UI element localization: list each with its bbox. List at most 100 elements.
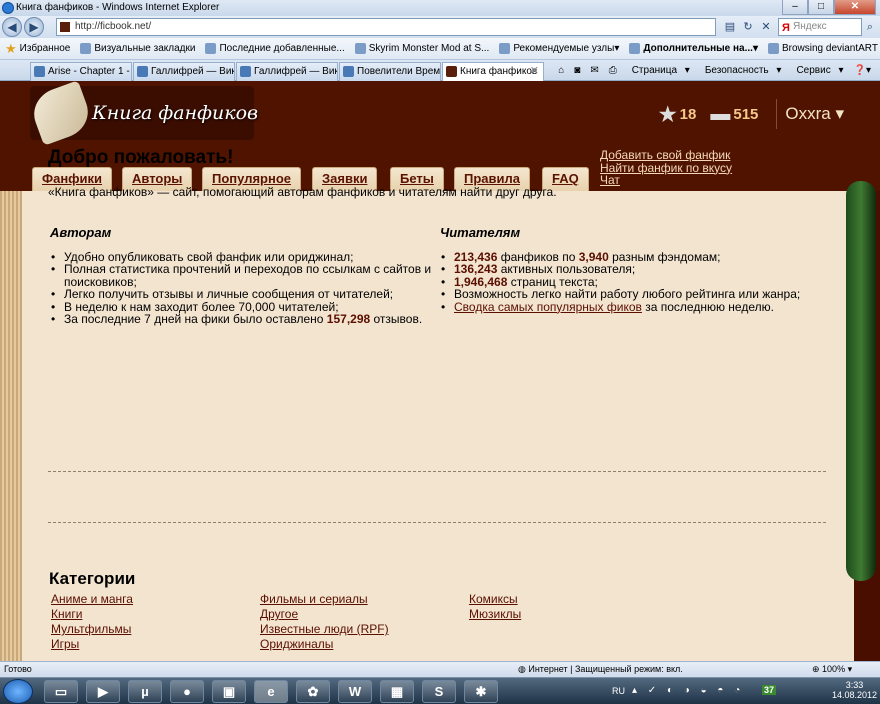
search-icon[interactable]: ⌕ [862,19,878,35]
window-titlebar: Книга фанфиков - Windows Internet Explor… [0,0,880,16]
messages-count[interactable]: ▬ 515 [710,103,758,126]
category-link[interactable]: Известные люди (RPF) [260,623,469,636]
video-editor-icon[interactable]: ▦ [380,680,414,703]
tab-favicon-icon [137,66,148,77]
category-link[interactable]: Другое [260,608,469,621]
tray-icons[interactable]: ▴ ✓ ◐ ◑ ◒ ◓ ◔ [632,685,744,696]
fav-item-label: Визуальные закладки [94,43,196,54]
site-logo[interactable]: Книга фанфиков [27,81,258,146]
favorites-bar: ★ Избранное Визуальные закладки Последние… [0,38,880,60]
close-window-button[interactable]: ✕ [834,0,876,15]
address-field[interactable]: http://ficbook.net/ [56,18,716,36]
mail-icon[interactable]: ✉ [585,65,603,76]
authors-heading: Авторам [50,225,112,240]
address-text: http://ficbook.net/ [75,21,152,32]
start-button[interactable] [3,679,33,704]
home-icon[interactable]: ⌂ [553,65,569,76]
bookmark-icon [767,43,779,54]
browser-tab[interactable]: Галлифрей — Вики ... [236,62,338,81]
refresh-icon[interactable]: ↻ [740,19,756,35]
divider [48,471,826,472]
window-title: Книга фанфиков - Windows Internet Explor… [16,2,220,13]
firefox-icon[interactable]: ● [170,680,204,703]
fav-item[interactable]: Skyrim Monster Mod at S... [350,39,495,59]
search-input[interactable]: Я Яндекс [778,18,862,36]
browser-tab-active[interactable]: Книга фанфиков ✕ [442,62,544,82]
text: за последнюю неделю. [641,299,774,314]
minimize-button[interactable]: – [782,0,808,15]
fav-item[interactable]: Browsing deviantART [763,39,880,59]
skype-icon[interactable]: S [422,680,456,703]
text: За последние 7 дней на фики было оставле… [64,312,327,327]
fav-item[interactable]: Рекомендуемые узлы ▾ [494,39,624,59]
safety-menu[interactable]: Безопасность ▾ [695,65,787,76]
star-icon: ★ [658,103,677,126]
category-link[interactable]: Фильмы и сериалы [260,593,469,606]
feeds-icon[interactable]: ◙ [569,65,585,76]
bookmark-icon [80,43,92,54]
tools-menu-label: Сервис [796,65,831,76]
browser-tab[interactable]: Повелители Време... [339,62,441,81]
language-indicator[interactable]: RU [612,686,625,696]
list-item: Сводка самых популярных фиков за последн… [441,299,838,314]
zone-indicator[interactable]: ◍ Интернет | Защищенный режим: вкл. [518,662,683,677]
favorites-button[interactable]: ★ Избранное [0,39,75,59]
messages-number: 515 [733,105,759,123]
tab-label: Галлифрей — Вики... [151,66,235,77]
icq-icon[interactable]: ✿ [296,680,330,703]
readers-heading: Читателям [440,225,521,240]
media-player-icon[interactable]: ▶ [86,680,120,703]
tab-favicon-icon [343,66,354,77]
fav-item[interactable]: Визуальные закладки [75,39,200,59]
tab-label: Галлифрей — Вики ... [254,66,337,77]
bookmark-icon [354,43,366,54]
explorer-icon[interactable]: ▭ [44,680,78,703]
zoom-control[interactable]: ⊕ 100% ▾ [812,662,852,677]
browser-tab[interactable]: Галлифрей — Вики... [133,62,235,81]
address-row: ◀ ▶ http://ficbook.net/ ▤ ↻ ✕ Я Яндекс ⌕ [0,16,880,38]
category-link[interactable]: Аниме и манга [51,593,260,606]
tab-close-icon[interactable]: ✕ [530,63,539,80]
tray-badge[interactable]: 37 [762,685,777,695]
fav-item[interactable]: Последние добавленные... [200,39,349,59]
help-icon[interactable]: ❓▾ [849,65,876,76]
tab-favicon-icon [34,66,45,77]
fav-item[interactable]: Дополнительные на... ▾ [624,39,763,59]
status-text: Готово [4,664,32,674]
back-button[interactable]: ◀ [2,17,22,37]
zoom-level: 100% [822,664,846,674]
web-content: Книга фанфиков ★ 18 ▬ 515 Oxxra ▾ Добавить… [0,81,880,661]
category-link[interactable]: Мультфильмы [51,623,260,636]
category-link[interactable]: Комиксы [469,593,669,606]
ie-taskbar-icon[interactable]: e [254,680,288,703]
stop-icon[interactable]: ✕ [758,19,774,35]
browser-tab[interactable]: Arise - Chapter 1 - T... [30,62,132,81]
logo-text: Книга фанфиков [92,102,259,124]
category-link[interactable]: Мюзиклы [469,608,669,621]
clock[interactable]: 3:33 14.08.2012 [832,680,877,700]
welcome-section: Добро пожаловать! «Книга фанфиков» — сай… [48,147,838,327]
utorrent-icon[interactable]: µ [128,680,162,703]
favorites-count[interactable]: ★ 18 [659,102,697,127]
word-icon[interactable]: W [338,680,372,703]
popular-summary-link[interactable]: Сводка самых популярных фиков [454,300,642,314]
divider [48,522,826,523]
tab-row: Arise - Chapter 1 - T... Галлифрей — Вик… [0,60,880,82]
maximize-button[interactable]: □ [808,0,834,15]
tools-menu[interactable]: Сервис ▾ [786,65,848,76]
category-link[interactable]: Книги [51,608,260,621]
terminal-icon[interactable]: ▣ [212,680,246,703]
fav-item-label: Skyrim Monster Mod at S... [368,43,490,54]
taskbar: ▭ ▶ µ ● ▣ e ✿ W ▦ S ✱ RU ▴ ✓ ◐ ◑ ◒ ◓ ◔ 3… [0,677,880,704]
user-menu[interactable]: Oxxra ▾ [785,104,844,124]
tab-label: Книга фанфиков [460,66,538,77]
page-menu[interactable]: Страница ▾ [622,65,695,76]
compat-view-icon[interactable]: ▤ [722,19,738,35]
category-link[interactable]: Игры [51,638,260,651]
print-icon[interactable]: ⎙ [604,65,622,76]
bookmark-icon [499,43,511,54]
categories-section: Категории Аниме и манга Фильмы и сериалы… [49,569,809,651]
forward-button[interactable]: ▶ [24,17,44,37]
category-link[interactable]: Ориджиналы [260,638,469,651]
game-icon[interactable]: ✱ [464,680,498,703]
